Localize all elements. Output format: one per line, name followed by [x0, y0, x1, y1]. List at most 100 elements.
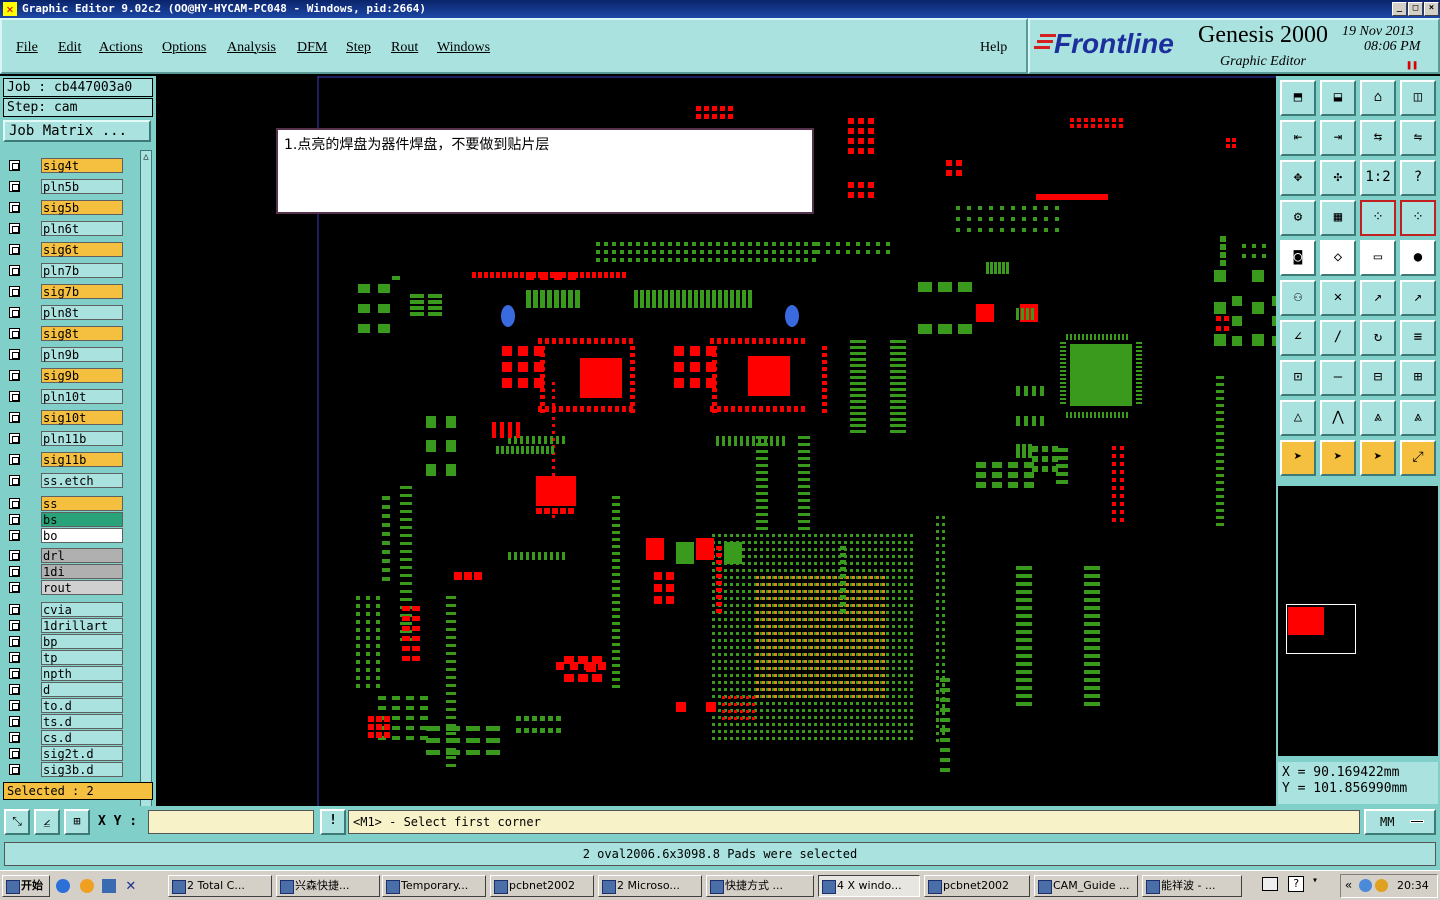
ie-icon[interactable] — [56, 879, 70, 893]
layer-scrollbar[interactable]: △ ▽ — [140, 150, 152, 852]
connect-icon[interactable]: ⤢ — [1400, 440, 1436, 476]
layer-checkbox[interactable] — [9, 550, 20, 561]
query-icon[interactable]: ? — [1400, 160, 1436, 196]
polygon-icon[interactable]: ⩓ — [1360, 400, 1396, 436]
taskbar-task[interactable]: Temporary... — [382, 875, 486, 897]
taskbar-task[interactable]: 兴森快捷... — [276, 875, 380, 897]
taskbar-task[interactable]: 快捷方式 ... — [706, 875, 814, 897]
zoom-in-icon[interactable]: ⬓ — [1320, 80, 1356, 116]
layer-name[interactable]: to.d — [41, 698, 123, 713]
layer-row-rout[interactable]: rout — [5, 580, 125, 595]
taskbar-task[interactable]: 2 Microso... — [598, 875, 702, 897]
layer-checkbox[interactable] — [9, 652, 20, 663]
layer-name[interactable]: ss.etch — [41, 473, 123, 488]
layer-checkbox[interactable] — [9, 160, 20, 171]
layer-row-1di[interactable]: 1di — [5, 564, 125, 579]
layer-checkbox[interactable] — [9, 244, 20, 255]
layer-row-sig4t[interactable]: sig4t — [5, 158, 125, 173]
triangle-icon[interactable]: △ — [1280, 400, 1316, 436]
angle-icon[interactable]: ∠ — [1280, 320, 1316, 356]
fit-icon[interactable]: ✥ — [1280, 160, 1316, 196]
layer-checkbox[interactable] — [9, 566, 20, 577]
layer-name[interactable]: tp — [41, 650, 123, 665]
layer-name[interactable]: bp — [41, 634, 123, 649]
menu-edit[interactable]: Edit — [58, 40, 81, 56]
layer-row-to-d[interactable]: to.d — [5, 698, 125, 713]
taskbar-task[interactable]: 2 Total C... — [168, 875, 272, 897]
node-icon[interactable]: ⊞ — [1400, 360, 1436, 396]
net-icon[interactable]: ⚇ — [1280, 280, 1316, 316]
layer-row-1drillart[interactable]: 1drillart — [5, 618, 125, 633]
menu-options[interactable]: Options — [162, 40, 206, 56]
layer-row-pln10t[interactable]: pln10t — [5, 389, 125, 404]
layer-name[interactable]: pln11b — [41, 431, 123, 446]
layer-name[interactable]: pln6t — [41, 221, 123, 236]
layer-name[interactable]: bo — [41, 528, 123, 543]
layer-row-tp[interactable]: tp — [5, 650, 125, 665]
app-quicklaunch-icon[interactable] — [102, 879, 116, 893]
layer-name[interactable]: rout — [41, 580, 123, 595]
layer-row-pln7b[interactable]: pln7b — [5, 263, 125, 278]
layer-checkbox[interactable] — [9, 391, 20, 402]
layer-row-pln6t[interactable]: pln6t — [5, 221, 125, 236]
layer-name[interactable]: 1drillart — [41, 618, 123, 633]
line-alt-icon[interactable]: ↗ — [1400, 280, 1436, 316]
layer-name[interactable]: sig3b.d — [41, 762, 123, 777]
layer-row-sig2t-d[interactable]: sig2t.d — [5, 746, 125, 761]
ruler-icon[interactable]: ▭ — [1360, 240, 1396, 276]
menu-help[interactable]: Help — [980, 40, 1007, 56]
layer-name[interactable]: d — [41, 682, 123, 697]
menu-analysis[interactable]: Analysis — [227, 40, 276, 56]
keyboard-icon[interactable] — [1262, 877, 1278, 891]
layer-checkbox[interactable] — [9, 684, 20, 695]
layer-row-sig6t[interactable]: sig6t — [5, 242, 125, 257]
layer-checkbox[interactable] — [9, 716, 20, 727]
layer-checkbox[interactable] — [9, 433, 20, 444]
layer-checkbox[interactable] — [9, 732, 20, 743]
alert-icon[interactable]: ! — [320, 809, 346, 835]
layer-checkbox[interactable] — [9, 223, 20, 234]
layer-row-pln5b[interactable]: pln5b — [5, 179, 125, 194]
layer-name[interactable]: sig2t.d — [41, 746, 123, 761]
layer-checkbox[interactable] — [9, 530, 20, 541]
layer-row-sig11b[interactable]: sig11b — [5, 452, 125, 467]
layer-checkbox[interactable] — [9, 764, 20, 775]
pad-icon[interactable]: ◙ — [1280, 240, 1316, 276]
layer-row-sig7b[interactable]: sig7b — [5, 284, 125, 299]
measure-icon[interactable]: ⊟ — [1360, 360, 1396, 396]
layer-row-pln9b[interactable]: pln9b — [5, 347, 125, 362]
polygon-alt-icon[interactable]: ⩓ — [1400, 400, 1436, 436]
minimize-button[interactable]: _ — [1392, 2, 1407, 16]
layer-name[interactable]: sig6t — [41, 242, 123, 257]
move-right-icon[interactable]: ⇥ — [1320, 120, 1356, 156]
layer-row-d[interactable]: d — [5, 682, 125, 697]
layer-checkbox[interactable] — [9, 604, 20, 615]
layer-checkbox[interactable] — [9, 514, 20, 525]
layer-checkbox[interactable] — [9, 700, 20, 711]
shape-icon[interactable]: ◇ — [1320, 240, 1356, 276]
maximize-button[interactable]: □ — [1408, 2, 1423, 16]
tray-network-icon[interactable] — [1359, 879, 1372, 892]
layer-name[interactable]: ss — [41, 496, 123, 511]
layer-name[interactable]: ts.d — [41, 714, 123, 729]
layer-checkbox[interactable] — [9, 582, 20, 593]
home-icon[interactable]: ⌂ — [1360, 80, 1396, 116]
layer-name[interactable]: pln10t — [41, 389, 123, 404]
layer-name[interactable]: sig10t — [41, 410, 123, 425]
measure-icon[interactable]: ⦤ — [34, 809, 60, 835]
snap-icon[interactable]: ⁘ — [1360, 200, 1396, 236]
rotate-icon[interactable]: ↻ — [1360, 320, 1396, 356]
line-icon[interactable]: ↗ — [1360, 280, 1396, 316]
layer-row-cs-d[interactable]: cs.d — [5, 730, 125, 745]
layer-row-sig10t[interactable]: sig10t — [5, 410, 125, 425]
layer-row-sig5b[interactable]: sig5b — [5, 200, 125, 215]
text-icon[interactable]: ≡ — [1400, 320, 1436, 356]
pointer-alt-icon[interactable]: ➤ — [1360, 440, 1396, 476]
layer-name[interactable]: cvia — [41, 602, 123, 617]
layer-name[interactable]: 1di — [41, 564, 123, 579]
zoom-fit-icon[interactable]: ⤡ — [4, 809, 30, 835]
layer-checkbox[interactable] — [9, 498, 20, 509]
help-icon[interactable]: ? — [1288, 876, 1304, 892]
layer-checkbox[interactable] — [9, 181, 20, 192]
ime-icon[interactable]: ▾ — [1312, 875, 1318, 886]
